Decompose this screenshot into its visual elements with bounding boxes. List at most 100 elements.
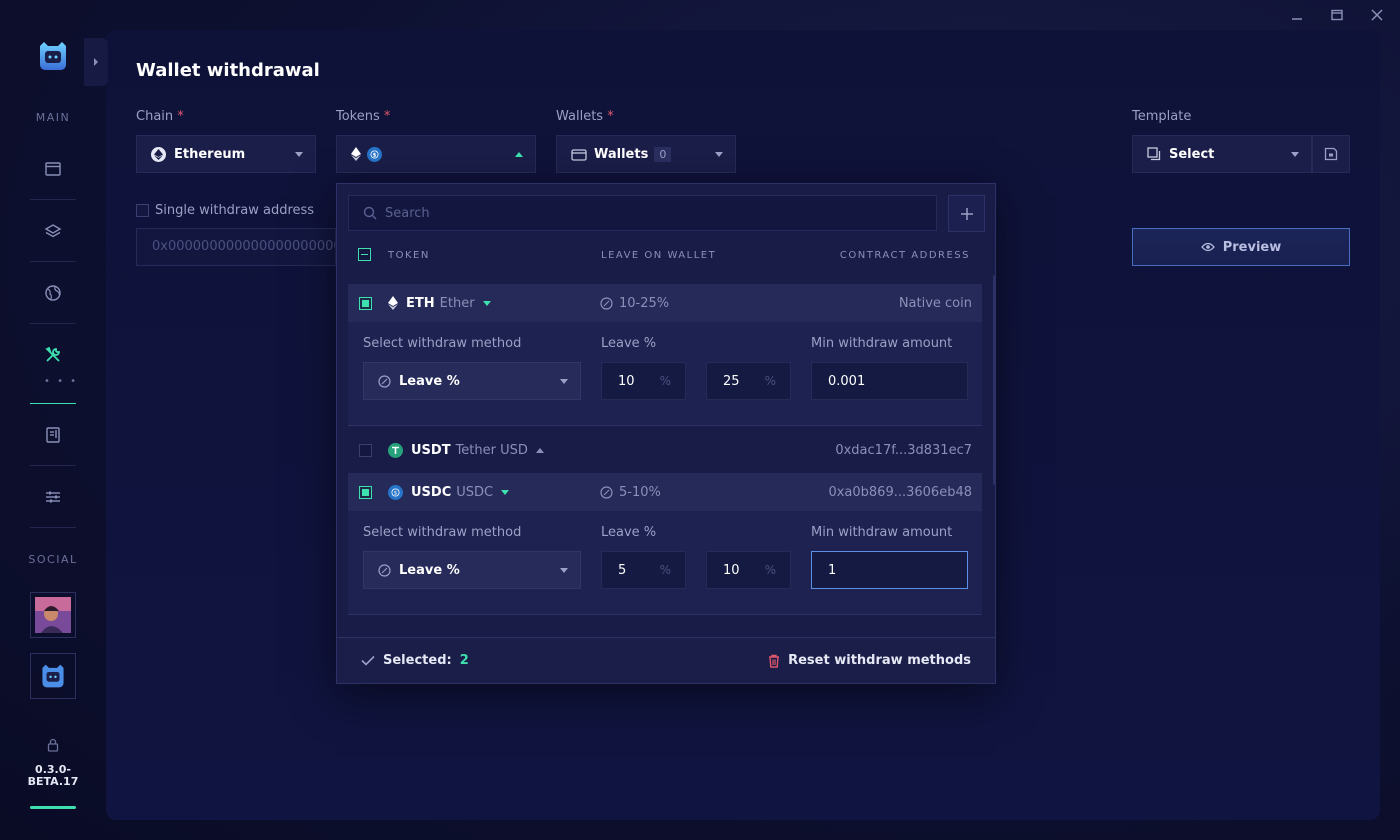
percent-icon [378, 374, 391, 388]
nav-tools-icon[interactable] [30, 324, 76, 404]
plus-icon [960, 207, 973, 220]
search-input[interactable] [385, 205, 925, 221]
wallets-value: Wallets [594, 146, 649, 162]
chevron-down-icon [560, 568, 568, 573]
usdc-config-panel: Select withdraw method Leave % Min withd… [348, 511, 982, 615]
percent-suffix: % [659, 563, 671, 577]
lock-icon[interactable] [46, 738, 60, 752]
template-value: Select [1169, 146, 1215, 162]
reset-withdraw-methods-button[interactable]: Reset withdraw methods [768, 653, 971, 668]
chevron-down-icon[interactable] [482, 300, 491, 306]
globe-icon [45, 284, 61, 301]
tether-icon [388, 442, 403, 458]
leave-value: 5-10% [600, 485, 661, 500]
more-dots-icon[interactable]: • • • [44, 376, 78, 387]
ethereum-icon [388, 296, 398, 310]
collapse-sidebar-button[interactable] [84, 38, 108, 86]
reset-label: Reset withdraw methods [788, 653, 971, 668]
search-icon [363, 206, 377, 220]
page-title: Wallet withdrawal [136, 60, 320, 81]
chevron-right-icon [94, 58, 98, 66]
token-search[interactable] [348, 195, 937, 231]
leave-to-input[interactable]: 25% [706, 362, 791, 400]
chain-select[interactable]: Ethereum [136, 135, 316, 173]
tokens-select[interactable]: $ [336, 135, 536, 173]
usdt-checkbox[interactable] [359, 443, 372, 457]
leave-from-input[interactable]: 5% [601, 551, 686, 589]
dropdown-scrollbar[interactable] [993, 275, 996, 485]
withdraw-address-input[interactable]: 0x000000000000000000000000000000000000 [136, 228, 336, 266]
maximize-icon[interactable] [1328, 6, 1346, 24]
method-value: Leave % [399, 373, 460, 389]
token-row-usdt[interactable]: USDT Tether USD 0xdac17f...3d831ec7 [348, 431, 982, 469]
percent-icon [600, 485, 613, 499]
nav-docs-icon[interactable] [30, 404, 76, 466]
chevron-down-icon[interactable] [501, 489, 510, 495]
minimize-icon[interactable] [1288, 6, 1306, 24]
app-logo-icon[interactable] [36, 40, 70, 72]
chevron-down-icon [295, 152, 303, 157]
social-avatar-2[interactable] [30, 653, 76, 699]
copy-icon [1147, 147, 1161, 161]
selected-count: Selected: 2 [361, 653, 469, 668]
leave-value: 10-25% [600, 296, 669, 311]
token-name: Ether [439, 295, 475, 311]
header-leave: LEAVE ON WALLET [601, 250, 717, 261]
svg-text:$: $ [394, 490, 398, 496]
percent-suffix: % [764, 563, 776, 577]
leave-to-value: 25 [723, 373, 740, 389]
single-address-checkbox[interactable]: Single withdraw address [136, 203, 314, 218]
robot-logo-icon [42, 664, 64, 688]
leave-from-input[interactable]: 10% [601, 362, 686, 400]
ethereum-icon [351, 147, 361, 161]
token-row-usdc[interactable]: $ USDC USDC 5-10% 0xa0b869...3606eb48 [348, 473, 982, 511]
add-token-button[interactable] [948, 195, 985, 232]
preview-label: Preview [1222, 239, 1282, 255]
sidebar: MAIN • • • SOCIAL 0.3.0- BETA.17 [0, 0, 106, 840]
close-icon[interactable] [1368, 6, 1386, 24]
save-template-button[interactable] [1312, 135, 1350, 173]
token-symbol: USDT [411, 442, 451, 458]
leave-range: 10-25% [619, 295, 670, 311]
withdraw-method-select[interactable]: Leave % [363, 551, 581, 589]
percent-suffix: % [659, 374, 671, 388]
nav-window-icon[interactable] [30, 138, 76, 200]
chevron-down-icon [715, 152, 723, 157]
min-label: Min withdraw amount [811, 525, 953, 540]
wallets-count-badge: 0 [654, 146, 672, 162]
social-avatar-1[interactable] [30, 592, 76, 638]
min-amount-input[interactable]: 1 [811, 551, 968, 589]
checkbox[interactable] [136, 204, 149, 217]
contract-address: Native coin [898, 295, 972, 311]
leave-from-value: 5 [618, 562, 627, 578]
method-label: Select withdraw method [363, 525, 522, 540]
percent-icon [378, 563, 391, 577]
wallets-select[interactable]: Wallets 0 [556, 135, 736, 173]
nav-settings-icon[interactable] [30, 466, 76, 528]
usdc-checkbox[interactable] [359, 485, 372, 499]
min-amount-input[interactable]: 0.001 [811, 362, 968, 400]
window-controls [1288, 6, 1386, 24]
eth-checkbox[interactable] [359, 296, 372, 310]
version-bar [30, 806, 76, 809]
single-address-label: Single withdraw address [155, 203, 315, 218]
contract-address: 0xa0b869...3606eb48 [828, 484, 972, 500]
chevron-up-icon[interactable] [535, 447, 544, 453]
chevron-down-icon [1291, 152, 1299, 157]
chevron-up-icon [515, 152, 523, 157]
template-select[interactable]: Select [1132, 135, 1312, 173]
version-line-2: BETA.17 [27, 775, 79, 788]
nav-globe-icon[interactable] [30, 262, 76, 324]
withdraw-method-select[interactable]: Leave % [363, 362, 581, 400]
leave-to-input[interactable]: 10% [706, 551, 791, 589]
wallets-label: Wallets * [556, 109, 614, 124]
window-icon [45, 161, 61, 176]
trash-icon [769, 654, 780, 668]
chevron-down-icon [560, 379, 568, 384]
select-all-checkbox[interactable] [358, 248, 371, 261]
nav-layers-icon[interactable] [30, 200, 76, 262]
min-amount-value: 1 [828, 562, 837, 578]
token-row-eth[interactable]: ETH Ether 10-25% Native coin [348, 284, 982, 322]
preview-button[interactable]: Preview [1132, 228, 1350, 266]
token-symbol: USDC [411, 484, 452, 500]
